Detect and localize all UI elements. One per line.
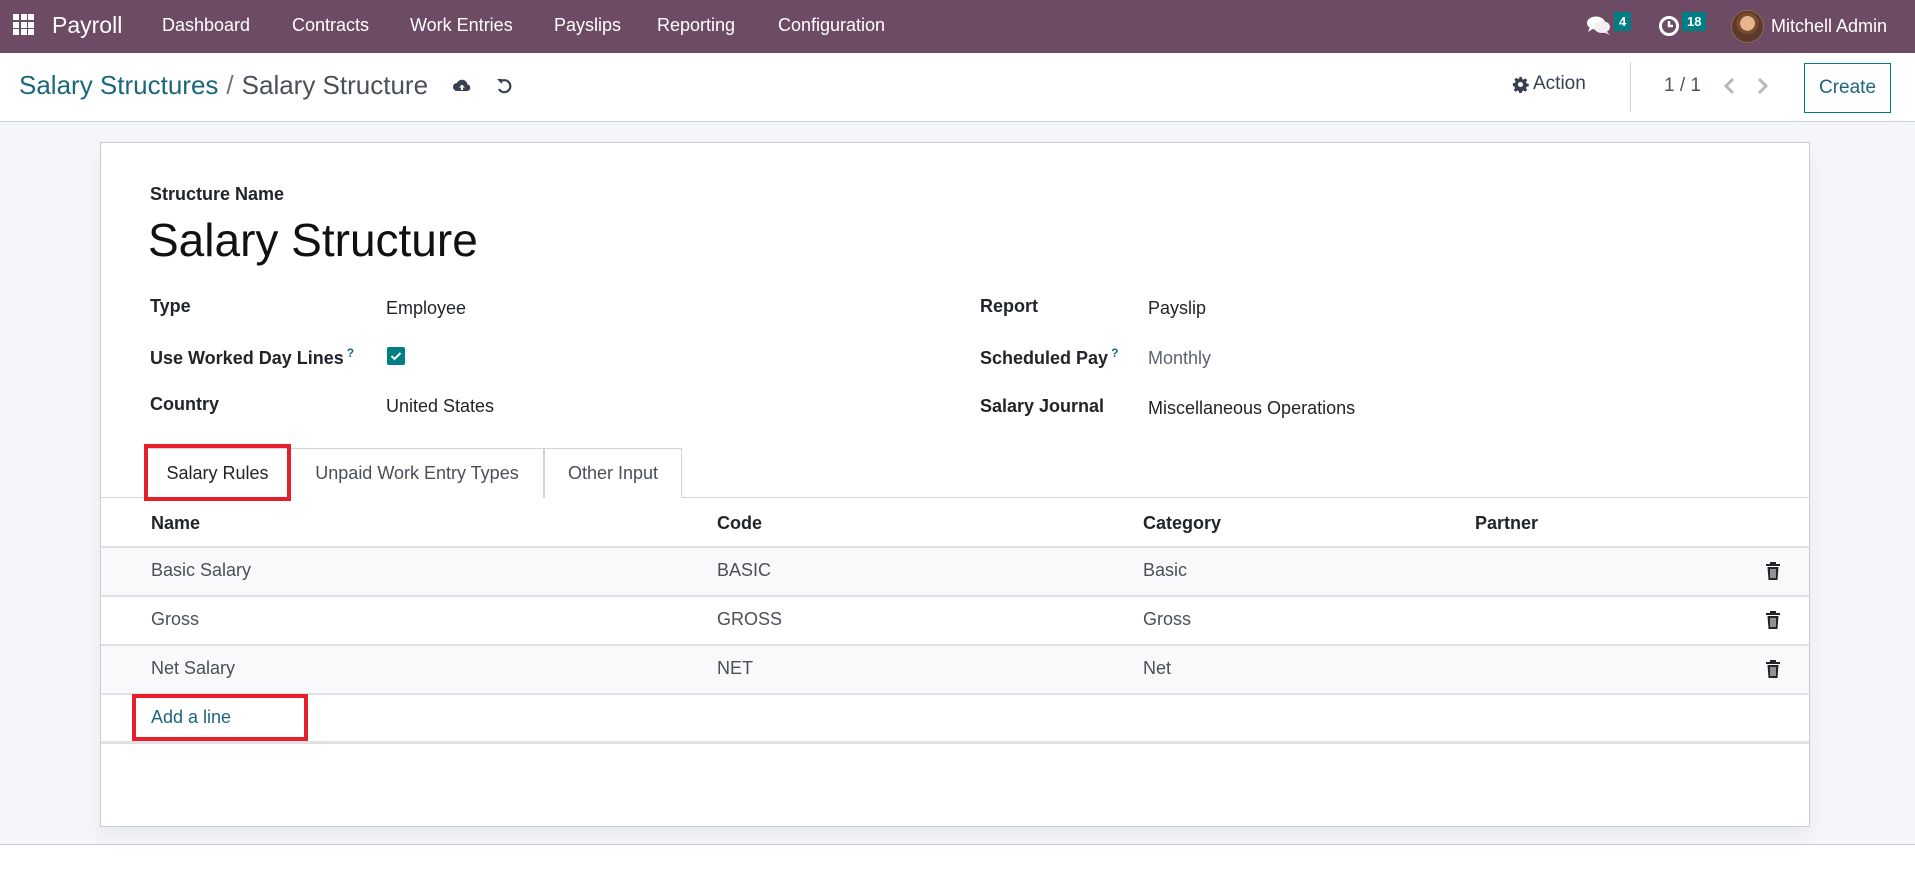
column-header-code[interactable]: Code (717, 513, 762, 534)
messages-count-badge: 4 (1614, 11, 1632, 31)
cell-category: Gross (1143, 609, 1192, 629)
chevron-left-icon[interactable] (1721, 75, 1739, 97)
checkmark-icon (390, 352, 402, 361)
type-label: Type (150, 296, 191, 316)
type-field[interactable]: Employee (386, 298, 466, 319)
user-name: Mitchell Admin (1771, 15, 1888, 36)
breadcrumb: Salary Structures / Salary Structure (19, 70, 428, 101)
table-row[interactable]: Basic Salary BASIC Basic (101, 546, 1809, 595)
cell-code: GROSS (717, 609, 783, 629)
report-field[interactable]: Payslip (1148, 298, 1206, 319)
salary-journal-field[interactable]: Miscellaneous Operations (1148, 398, 1355, 419)
use-worked-day-lines-label-text: Use Worked Day Lines (150, 348, 344, 368)
app-name[interactable]: Payroll (52, 12, 122, 39)
chevron-right-icon[interactable] (1753, 75, 1771, 97)
breadcrumb-current: Salary Structure (241, 70, 429, 100)
help-tooltip-icon[interactable]: ? (347, 346, 354, 360)
cloud-upload-icon[interactable] (452, 76, 472, 96)
add-line-row: Add a line (101, 693, 1809, 742)
top-navbar: Payroll Dashboard Contracts Work Entries… (0, 0, 1915, 53)
pager-value[interactable]: 1 / 1 (1664, 75, 1701, 97)
menu-configuration[interactable]: Configuration (778, 15, 885, 36)
cell-name: Net Salary (151, 658, 236, 678)
user-avatar (1731, 9, 1764, 43)
cell-name: Gross (151, 609, 200, 629)
apps-grid-icon[interactable] (13, 14, 35, 36)
table-row[interactable]: Gross GROSS Gross (101, 595, 1809, 644)
trash-icon[interactable] (1765, 561, 1781, 581)
gear-icon (1512, 76, 1529, 93)
cell-category: Net (1143, 658, 1172, 678)
column-header-name[interactable]: Name (151, 513, 200, 534)
tab-unpaid-work-entry-types[interactable]: Unpaid Work Entry Types (290, 448, 544, 498)
trash-icon[interactable] (1765, 659, 1781, 679)
cell-category: Basic (1143, 560, 1188, 580)
use-worked-day-lines-checkbox[interactable] (387, 347, 405, 365)
create-button[interactable]: Create (1804, 63, 1891, 113)
scheduled-pay-field[interactable]: Monthly (1148, 348, 1211, 369)
action-label: Action (1533, 73, 1586, 94)
user-menu[interactable]: Mitchell Admin (1731, 9, 1888, 43)
chat-icon (1587, 16, 1610, 35)
messages-button[interactable]: 4 (1586, 10, 1632, 42)
help-tooltip-icon[interactable]: ? (1111, 346, 1118, 360)
country-field[interactable]: United States (386, 396, 494, 417)
structure-name-field[interactable]: Salary Structure (148, 213, 478, 267)
trash-icon[interactable] (1765, 610, 1781, 630)
clock-icon (1659, 16, 1679, 36)
cell-name: Basic Salary (151, 560, 252, 580)
use-worked-day-lines-label: Use Worked Day Lines? (150, 346, 354, 369)
menu-dashboard[interactable]: Dashboard (162, 15, 250, 36)
form-sheet: Structure Name Salary Structure Type Emp… (100, 142, 1810, 827)
tab-salary-rules[interactable]: Salary Rules (145, 448, 290, 499)
column-header-partner[interactable]: Partner (1475, 513, 1538, 534)
control-panel-divider (1630, 62, 1631, 112)
table-row[interactable]: Net Salary NET Net (101, 644, 1809, 693)
table-bottom-border (101, 741, 1809, 744)
menu-contracts[interactable]: Contracts (292, 15, 369, 36)
scheduled-pay-label-text: Scheduled Pay (980, 348, 1109, 368)
activities-count-badge: 18 (1682, 11, 1707, 31)
activities-button[interactable]: 18 (1658, 10, 1707, 42)
report-label: Report (980, 296, 1038, 316)
breadcrumb-salary-structures[interactable]: Salary Structures (19, 70, 218, 100)
scheduled-pay-label: Scheduled Pay? (980, 346, 1118, 369)
salary-journal-label: Salary Journal (980, 396, 1105, 416)
cell-code: NET (717, 658, 753, 678)
tab-other-input[interactable]: Other Input (544, 448, 682, 498)
breadcrumb-separator: / (226, 70, 234, 100)
cell-code: BASIC (717, 560, 772, 580)
menu-payslips[interactable]: Payslips (554, 15, 621, 36)
structure-name-label: Structure Name (150, 184, 285, 204)
country-label: Country (150, 394, 219, 414)
action-button[interactable]: Action (1512, 73, 1586, 95)
undo-icon[interactable] (494, 76, 514, 96)
menu-reporting[interactable]: Reporting (657, 15, 735, 36)
add-a-line-link[interactable]: Add a line (151, 707, 231, 728)
menu-work-entries[interactable]: Work Entries (410, 15, 513, 36)
control-panel: Salary Structures / Salary Structure Actio… (0, 53, 1915, 122)
column-header-category[interactable]: Category (1143, 513, 1221, 534)
